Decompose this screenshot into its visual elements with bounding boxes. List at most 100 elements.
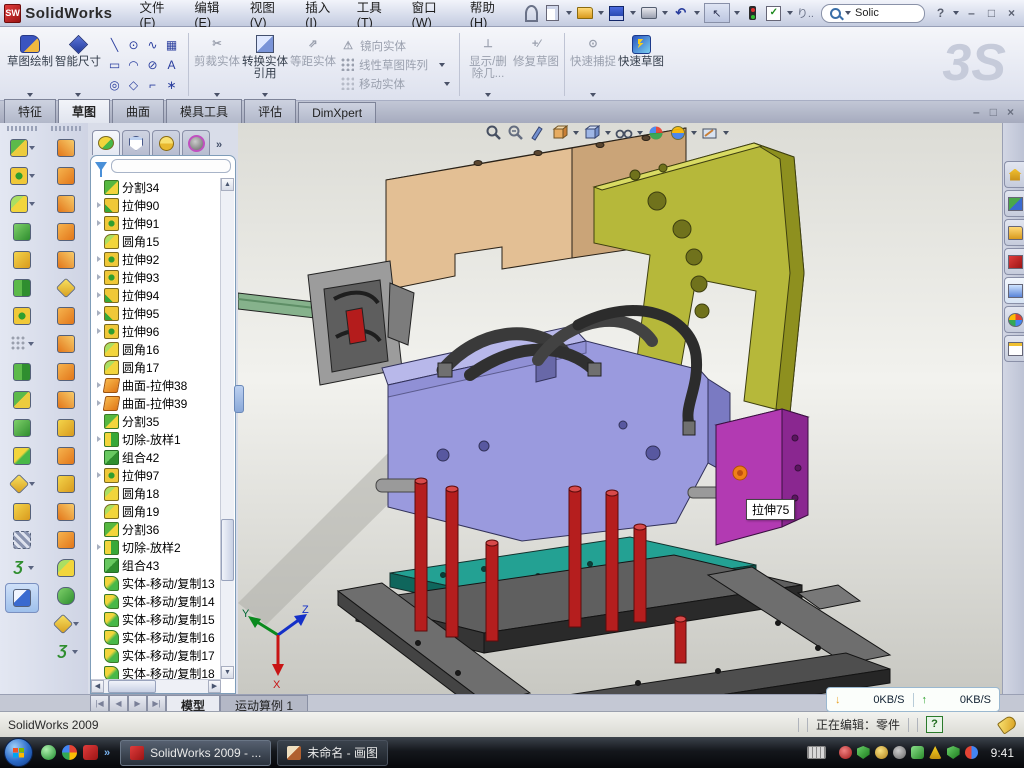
- custom-properties-tab[interactable]: [1004, 335, 1024, 362]
- tray-network-icon[interactable]: [911, 746, 924, 759]
- start-button[interactable]: [4, 738, 33, 767]
- undo-icon[interactable]: ↶: [672, 4, 690, 22]
- search-box[interactable]: Solic: [821, 4, 925, 23]
- scroll-up-icon[interactable]: ▲: [221, 178, 234, 191]
- new-file-dropdown[interactable]: [566, 11, 572, 15]
- select-dropdown[interactable]: [734, 11, 740, 15]
- extruded-cut-icon[interactable]: [7, 163, 37, 189]
- tab-overflow-chevron[interactable]: »: [216, 139, 222, 155]
- reference-geometry-icon[interactable]: [7, 527, 37, 553]
- fillet-tool-icon[interactable]: [7, 191, 37, 217]
- loft-tool-icon[interactable]: [7, 219, 37, 245]
- lofted-surface-icon[interactable]: [51, 219, 81, 245]
- selection-box-icon[interactable]: ▦: [163, 35, 180, 55]
- curve-tool-icon[interactable]: Ʒ: [7, 555, 37, 581]
- save-dropdown[interactable]: [630, 11, 636, 15]
- smart-dimension-button[interactable]: 智能尺寸: [54, 29, 102, 100]
- filter-funnel-icon[interactable]: [95, 162, 107, 171]
- circle-tool-icon[interactable]: ⊙: [125, 35, 142, 55]
- scroll-left-icon[interactable]: ◀: [91, 680, 104, 693]
- view-settings-icon[interactable]: [700, 123, 720, 143]
- tree-item[interactable]: 拉伸97: [93, 466, 220, 484]
- tree-item[interactable]: 圆角17: [93, 358, 220, 376]
- boss-tool-icon[interactable]: [7, 247, 37, 273]
- display-delete-dropdown[interactable]: [485, 93, 491, 97]
- minimize-button[interactable]: –: [963, 6, 980, 20]
- featuremanager-tab[interactable]: [92, 130, 120, 155]
- tree-item[interactable]: 拉伸91: [93, 214, 220, 232]
- tree-item[interactable]: 分割36: [93, 520, 220, 538]
- tree-item[interactable]: 曲面-拉伸39: [93, 394, 220, 412]
- tray-security-alert-icon[interactable]: [839, 746, 852, 759]
- repair-sketch-button[interactable]: +⁄ 修复草图: [512, 29, 560, 100]
- doc-close-button[interactable]: ×: [1007, 105, 1014, 119]
- tree-item[interactable]: 实体-移动/复制13: [93, 574, 220, 592]
- line-tool-icon[interactable]: ╲: [106, 35, 123, 55]
- tab-sketch[interactable]: 草图: [58, 99, 110, 124]
- trim-surface-icon[interactable]: [51, 499, 81, 525]
- view-palette-tab[interactable]: [1004, 277, 1024, 304]
- surface-fillet-icon[interactable]: [51, 387, 81, 413]
- ellipse-tool-icon[interactable]: ⊘: [144, 55, 161, 75]
- replace-face-icon[interactable]: [51, 443, 81, 469]
- rectangle-tool-icon[interactable]: ▭: [106, 55, 123, 75]
- scroll-right-icon[interactable]: ▶: [208, 680, 221, 693]
- view-settings-dropdown[interactable]: [723, 131, 729, 135]
- hide-show-items-icon[interactable]: [614, 123, 634, 143]
- move-entities-dropdown[interactable]: [444, 82, 450, 86]
- curve-through-points-icon[interactable]: Ʒ: [51, 639, 81, 665]
- display-delete-relations-button[interactable]: ⊥ 显示/删除几...: [464, 29, 512, 100]
- scrollbar-thumb[interactable]: [108, 680, 156, 693]
- select-arrow-icon[interactable]: ↖: [704, 3, 730, 23]
- hide-show-dropdown[interactable]: [637, 131, 643, 135]
- tree-item[interactable]: 拉伸96: [93, 322, 220, 340]
- toolbar-grip[interactable]: [7, 126, 37, 131]
- tree-horizontal-scrollbar[interactable]: ◀ ▶: [91, 679, 221, 693]
- quick-tips-icon[interactable]: ?: [926, 716, 943, 733]
- taskbar-window-solidworks[interactable]: SolidWorks 2009 - ...: [120, 740, 271, 766]
- deform-tool-icon[interactable]: [7, 499, 37, 525]
- slot-tool-icon[interactable]: ◎: [106, 75, 123, 95]
- taskbar-window-paint[interactable]: 未命名 - 画图: [277, 740, 388, 766]
- tree-item[interactable]: 切除-放样1: [93, 430, 220, 448]
- quick-snaps-dropdown[interactable]: [590, 93, 596, 97]
- options-checklist-icon[interactable]: ✓: [765, 4, 783, 22]
- move-entities-button[interactable]: 移动实体: [341, 76, 451, 92]
- tags-icon[interactable]: [997, 714, 1018, 734]
- tray-volume-icon[interactable]: [893, 746, 906, 759]
- sketch-fillet-icon[interactable]: ⌐: [144, 75, 161, 95]
- undo-dropdown[interactable]: [694, 11, 700, 15]
- tree-item[interactable]: 组合42: [93, 448, 220, 466]
- rapid-sketch-button[interactable]: 快速草图: [617, 29, 665, 100]
- spline-tool-icon[interactable]: ∿: [144, 35, 161, 55]
- mirror-entities-button[interactable]: ⚠ 镜向实体: [341, 38, 451, 54]
- untrim-surface-icon[interactable]: [51, 471, 81, 497]
- planar-surface-icon[interactable]: [51, 303, 81, 329]
- quicklaunch-messenger-icon[interactable]: [41, 745, 56, 760]
- smart-dimension-dropdown[interactable]: [75, 93, 81, 97]
- move-copy-body-icon[interactable]: [7, 443, 37, 469]
- new-file-icon[interactable]: [544, 4, 562, 22]
- apply-scene-dropdown[interactable]: [691, 131, 697, 135]
- convert-entities-button[interactable]: 转换实体引用: [241, 29, 289, 100]
- revolved-surface-icon[interactable]: [51, 163, 81, 189]
- join-tool-icon[interactable]: [7, 415, 37, 441]
- quicklaunch-overflow-chevron[interactable]: »: [104, 747, 110, 759]
- tab-features[interactable]: 特征: [4, 99, 56, 123]
- doc-minimize-button[interactable]: –: [973, 105, 980, 119]
- help-button[interactable]: ?: [932, 6, 949, 20]
- dimxpertmanager-tab[interactable]: [182, 130, 210, 155]
- home-tab[interactable]: [1004, 161, 1024, 188]
- surface-flatten-icon[interactable]: [51, 555, 81, 581]
- last-tab-button[interactable]: ▶|: [147, 695, 166, 712]
- design-library-tab[interactable]: [1004, 190, 1024, 217]
- quicklaunch-media-icon[interactable]: [62, 745, 77, 760]
- tree-item[interactable]: 实体-移动/复制16: [93, 628, 220, 646]
- 3d-model[interactable]: Y Z X: [238, 123, 1002, 694]
- tab-mold-tools[interactable]: 模具工具: [166, 99, 242, 123]
- tree-item[interactable]: 圆角18: [93, 484, 220, 502]
- tree-item[interactable]: 组合43: [93, 556, 220, 574]
- offset-entities-button[interactable]: ⇗ 等距实体: [289, 29, 337, 100]
- split-tool-icon[interactable]: [7, 387, 37, 413]
- extend-surface-icon[interactable]: [51, 331, 81, 357]
